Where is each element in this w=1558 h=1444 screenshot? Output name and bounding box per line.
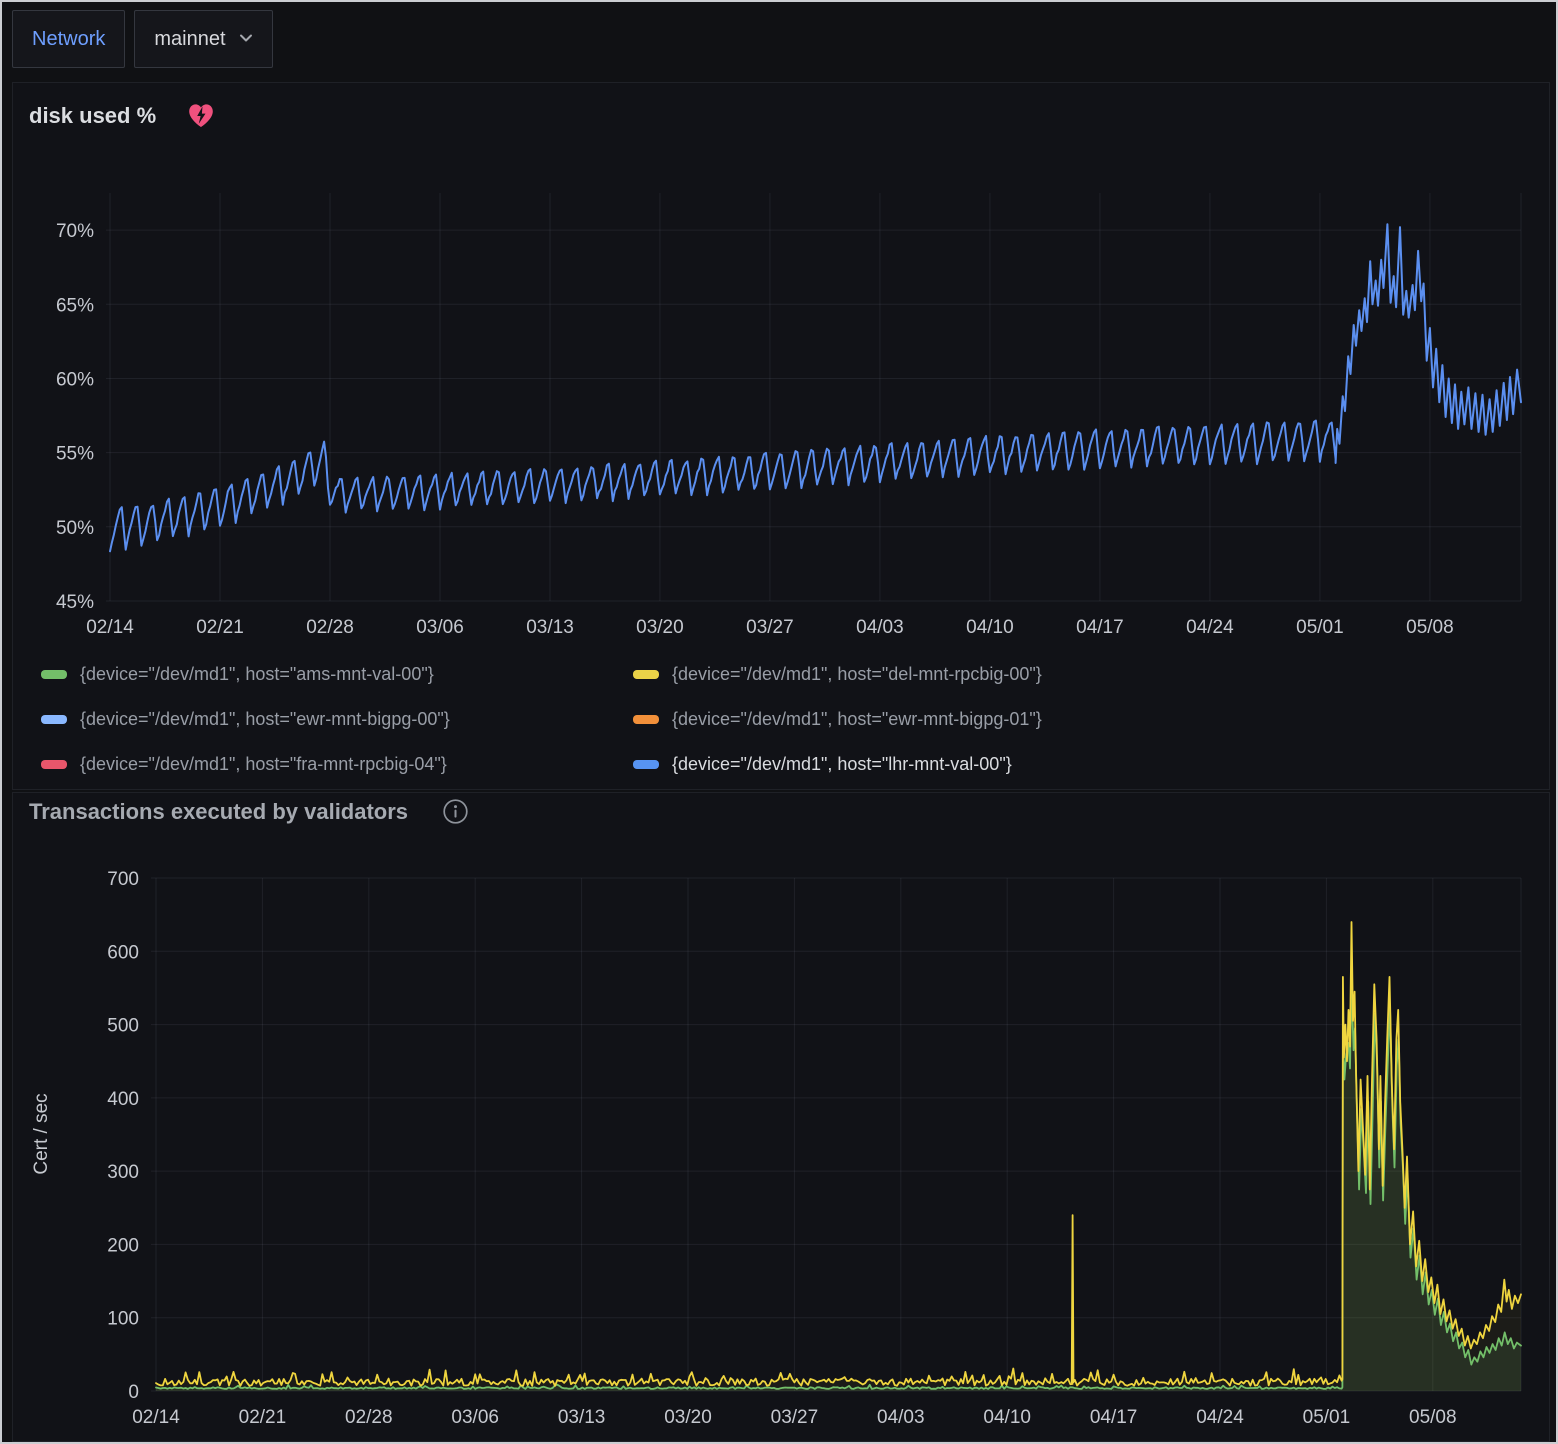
legend-series-label: {device="/dev/md1", host="ewr-mnt-bigpg-…	[672, 709, 1042, 730]
panel-title[interactable]: disk used %	[29, 103, 156, 129]
y-axis-tick: 700	[107, 869, 139, 890]
legend-series-label: {device="/dev/md1", host="fra-mnt-rpcbig…	[80, 754, 447, 775]
y-axis-tick: 600	[107, 942, 139, 963]
y-axis-tick: 65%	[56, 295, 94, 316]
y-axis-tick: 300	[107, 1162, 139, 1183]
legend-series-label: {device="/dev/md1", host="ewr-mnt-bigpg-…	[80, 709, 450, 730]
network-value: mainnet	[154, 28, 225, 51]
info-icon[interactable]	[442, 798, 469, 825]
x-axis-tick: 03/27	[771, 1407, 819, 1428]
x-axis-tick: 03/20	[636, 617, 684, 638]
legend-item-3[interactable]: {device="/dev/md1", host="ewr-mnt-bigpg-…	[633, 709, 1042, 730]
legend-series-label: {device="/dev/md1", host="del-mnt-rpcbig…	[672, 664, 1042, 685]
dashboard-variables-bar: Network mainnet	[12, 10, 273, 68]
x-axis-tick: 04/24	[1196, 1407, 1244, 1428]
legend-series-color-pill	[633, 760, 659, 769]
x-axis-tick: 05/01	[1296, 617, 1344, 638]
network-variable-dropdown[interactable]: mainnet	[134, 10, 272, 68]
legend-item-4[interactable]: {device="/dev/md1", host="fra-mnt-rpcbig…	[41, 754, 633, 775]
x-axis-tick: 05/01	[1303, 1407, 1351, 1428]
y-axis-tick: 55%	[56, 444, 94, 465]
x-axis-tick: 04/24	[1186, 617, 1234, 638]
legend-item-5[interactable]: {device="/dev/md1", host="lhr-mnt-val-00…	[633, 754, 1042, 775]
panel-title[interactable]: Transactions executed by validators	[29, 799, 408, 825]
x-axis-tick: 04/10	[983, 1407, 1031, 1428]
x-axis-tick: 03/06	[416, 617, 464, 638]
legend-series-color-pill	[633, 670, 659, 679]
y-axis-tick: 200	[107, 1235, 139, 1256]
legend-item-0[interactable]: {device="/dev/md1", host="ams-mnt-val-00…	[41, 664, 633, 685]
legend-series-label: {device="/dev/md1", host="ams-mnt-val-00…	[80, 664, 434, 685]
legend-item-1[interactable]: {device="/dev/md1", host="del-mnt-rpcbig…	[633, 664, 1042, 685]
x-axis-tick: 03/06	[451, 1407, 499, 1428]
x-axis-tick: 04/10	[966, 617, 1014, 638]
y-axis-tick: 500	[107, 1016, 139, 1037]
x-axis-tick: 02/21	[239, 1407, 287, 1428]
x-axis-tick: 02/28	[345, 1407, 393, 1428]
series-area-validator-certs-yellow	[156, 922, 1521, 1391]
y-axis-tick: 100	[107, 1309, 139, 1330]
x-axis-tick: 03/13	[526, 617, 574, 638]
x-axis-tick: 03/20	[664, 1407, 712, 1428]
y-axis-tick: 0	[128, 1382, 139, 1403]
network-label: Network	[32, 28, 105, 51]
x-axis-tick: 05/08	[1409, 1407, 1457, 1428]
network-variable-label[interactable]: Network	[12, 10, 125, 68]
y-axis-tick: 400	[107, 1089, 139, 1110]
series-area-validator-certs-green	[156, 981, 1521, 1391]
chevron-down-icon	[239, 30, 253, 48]
x-axis-tick: 04/03	[877, 1407, 925, 1428]
series-line-validator-certs-yellow	[156, 922, 1521, 1386]
y-axis-tick: 70%	[56, 221, 94, 242]
legend-series-label: {device="/dev/md1", host="lhr-mnt-val-00…	[672, 754, 1012, 775]
series-line-validator-certs-green	[156, 981, 1521, 1389]
series-line-{device="/dev/md1", host="lhr-mnt-val-00"}	[110, 224, 1521, 551]
x-axis-tick: 04/03	[856, 617, 904, 638]
disk-used-legend: {device="/dev/md1", host="ams-mnt-val-00…	[41, 664, 1042, 775]
x-axis-tick: 03/13	[558, 1407, 606, 1428]
x-axis-tick: 02/14	[132, 1407, 180, 1428]
disk-used-chart[interactable]: 45% 50% 55% 60% 65% 70% 02/14 02/21 02/28 03/06 03…	[13, 178, 1551, 648]
transactions-chart[interactable]: 0 100 200 300 400 500 600 700 02/14 02/21 02/28 03/…	[13, 838, 1551, 1438]
legend-series-color-pill	[41, 715, 67, 724]
legend-item-2[interactable]: {device="/dev/md1", host="ewr-mnt-bigpg-…	[41, 709, 633, 730]
x-axis-tick: 03/27	[746, 617, 794, 638]
x-axis-tick: 05/08	[1406, 617, 1454, 638]
y-axis-tick: 45%	[56, 592, 94, 613]
x-axis-tick: 04/17	[1076, 617, 1124, 638]
transactions-panel: Transactions executed by validators Cert…	[12, 792, 1550, 1442]
y-axis-tick: 50%	[56, 518, 94, 539]
broken-heart-icon[interactable]	[186, 101, 216, 131]
x-axis-tick: 02/28	[306, 617, 354, 638]
y-axis-tick: 60%	[56, 370, 94, 391]
x-axis-tick: 04/17	[1090, 1407, 1138, 1428]
legend-series-color-pill	[633, 715, 659, 724]
legend-series-color-pill	[41, 670, 67, 679]
x-axis-tick: 02/14	[86, 617, 134, 638]
disk-used-panel: disk used % 45% 50% 55% 60% 65% 70% 02/14 02/21…	[12, 82, 1550, 790]
x-axis-tick: 02/21	[196, 617, 244, 638]
legend-series-color-pill	[41, 760, 67, 769]
